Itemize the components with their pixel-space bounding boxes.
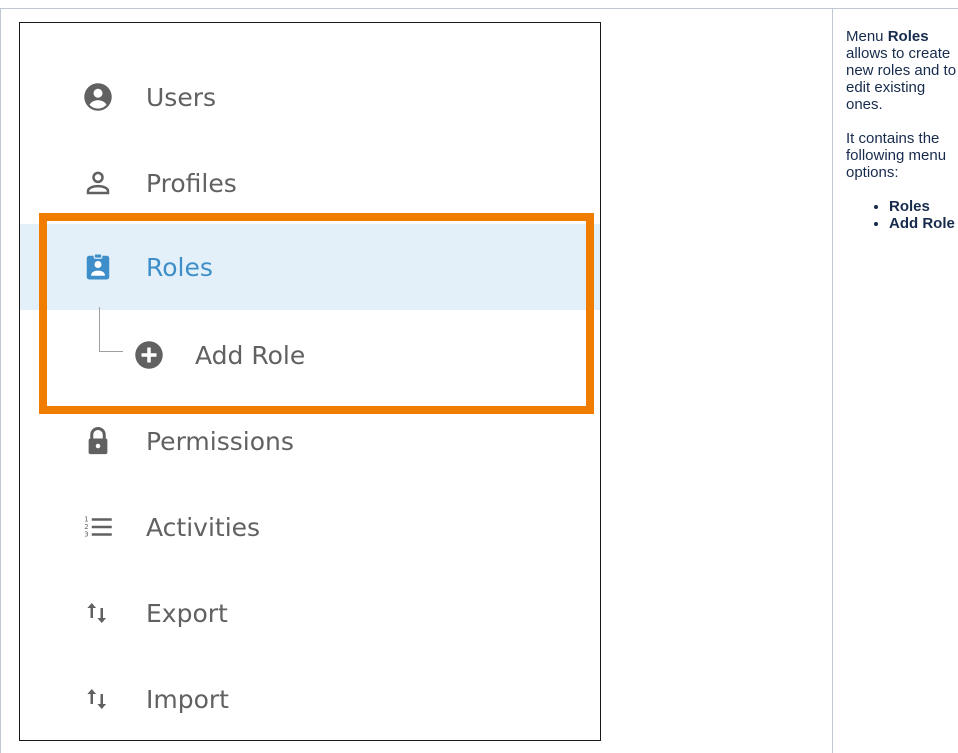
menu-item-export[interactable]: Export (20, 570, 600, 656)
svg-text:3: 3 (84, 530, 88, 538)
description-paragraph-options: It contains the following menu options: (846, 130, 947, 181)
options-list: Roles Add Role (846, 198, 958, 232)
emphasis-roles: Roles (887, 28, 929, 45)
list-item: Roles (889, 198, 958, 215)
account-circle-icon (83, 82, 113, 112)
lock-icon (83, 426, 113, 456)
menu-screenshot: Users Profiles Roles Add Role Permission… (19, 22, 601, 741)
menu-item-activities[interactable]: 123 Activities (20, 484, 600, 570)
numbered-list-icon: 123 (83, 512, 113, 542)
menu-item-label: Users (146, 82, 217, 112)
menu-item-label: Profiles (146, 168, 237, 198)
menu-item-users[interactable]: Users (20, 54, 600, 140)
table-border-left (0, 8, 1, 753)
roles-highlight-box (39, 213, 594, 414)
menu-item-label: Import (146, 684, 229, 714)
menu-item-import[interactable]: Import (20, 656, 600, 742)
menu-item-label: Export (146, 598, 228, 628)
menu-item-label: Activities (146, 512, 261, 542)
documentation-table: Users Profiles Roles Add Role Permission… (0, 0, 958, 753)
list-item: Add Role (889, 215, 958, 232)
description-paragraph-intro: Menu Roles allows to create new roles an… (846, 28, 957, 113)
table-column-divider (832, 8, 833, 753)
table-border-top (0, 8, 958, 9)
description-text: Menu Roles allows to create new roles an… (846, 28, 958, 232)
person-outline-icon (83, 168, 113, 198)
swap-vertical-icon (83, 598, 113, 628)
menu-item-label: Permissions (146, 426, 294, 456)
swap-vertical-icon (83, 684, 113, 714)
